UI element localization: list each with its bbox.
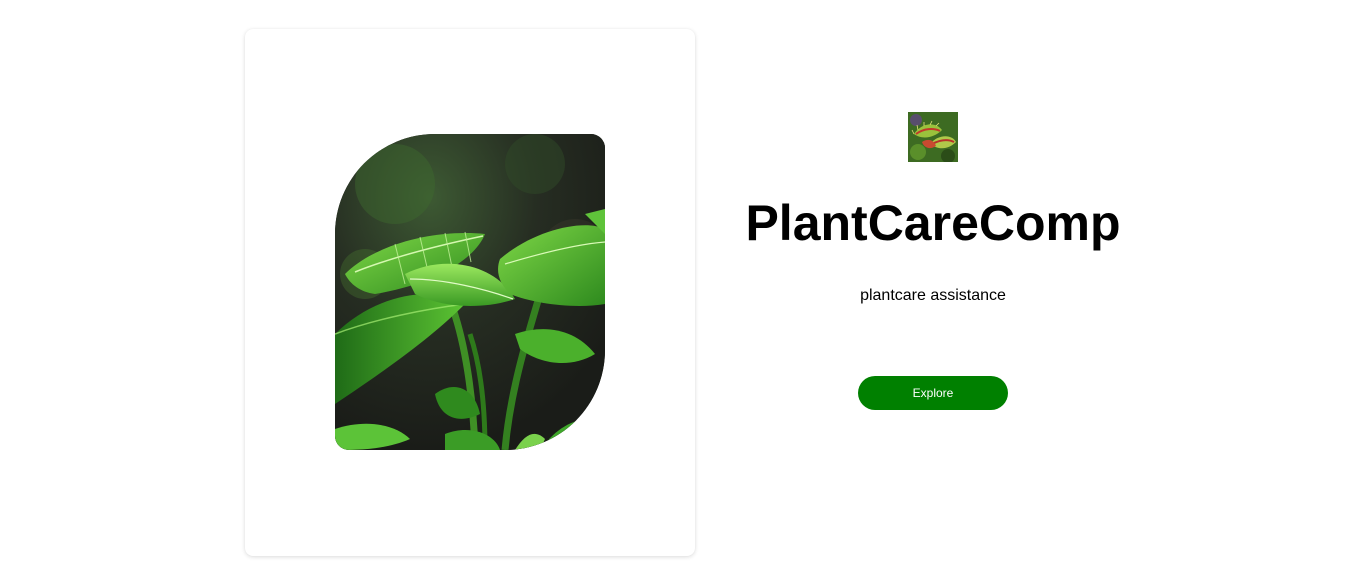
brand-panel: PlantCareComp plantcare assistance Explo… (695, 0, 1171, 578)
venus-flytrap-logo (908, 112, 958, 162)
hero-card (245, 29, 695, 556)
explore-button[interactable]: Explore (858, 376, 1008, 410)
app-title: PlantCareComp (745, 195, 1121, 251)
plant-leaves-photo (335, 134, 605, 450)
app-subtitle: plantcare assistance (860, 287, 1006, 304)
landing-page: PlantCareComp plantcare assistance Explo… (0, 0, 1363, 578)
